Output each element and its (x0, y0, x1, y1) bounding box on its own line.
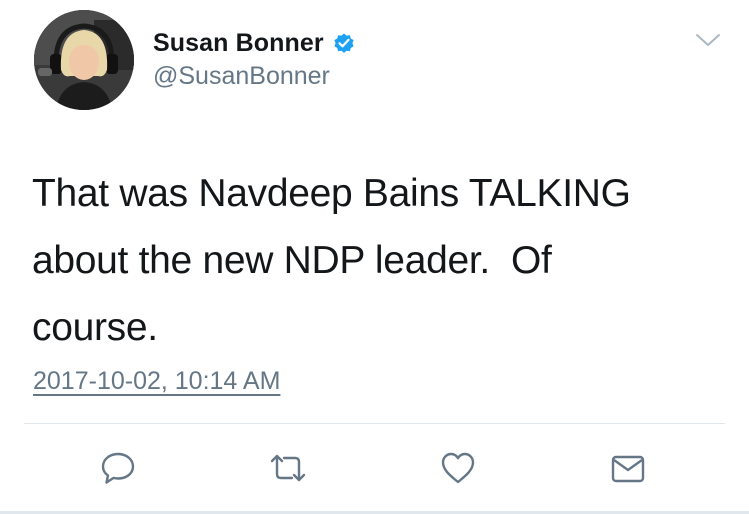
retweet-icon (270, 454, 306, 482)
divider (24, 423, 725, 424)
author-name-row[interactable]: Susan Bonner (153, 26, 356, 60)
heart-icon (441, 452, 475, 484)
avatar-image (34, 10, 134, 110)
speech-bubble-icon (101, 452, 135, 484)
tweet-timestamp[interactable]: 2017-10-02, 10:14 AM (33, 367, 280, 396)
tweet-card: Susan Bonner @SusanBonner That was Navde… (0, 0, 749, 514)
avatar[interactable] (34, 10, 134, 110)
like-button[interactable] (436, 446, 480, 490)
chevron-down-icon[interactable] (694, 30, 722, 50)
tweet-text: That was Navdeep Bains TALKING about the… (32, 172, 631, 349)
retweet-button[interactable] (266, 446, 310, 490)
verified-badge-icon (332, 31, 356, 55)
display-name[interactable]: Susan Bonner (153, 29, 324, 58)
direct-message-button[interactable] (606, 446, 650, 490)
action-bar (0, 440, 749, 496)
reply-button[interactable] (96, 446, 140, 490)
user-handle[interactable]: @SusanBonner (153, 62, 330, 91)
envelope-icon (611, 455, 645, 483)
